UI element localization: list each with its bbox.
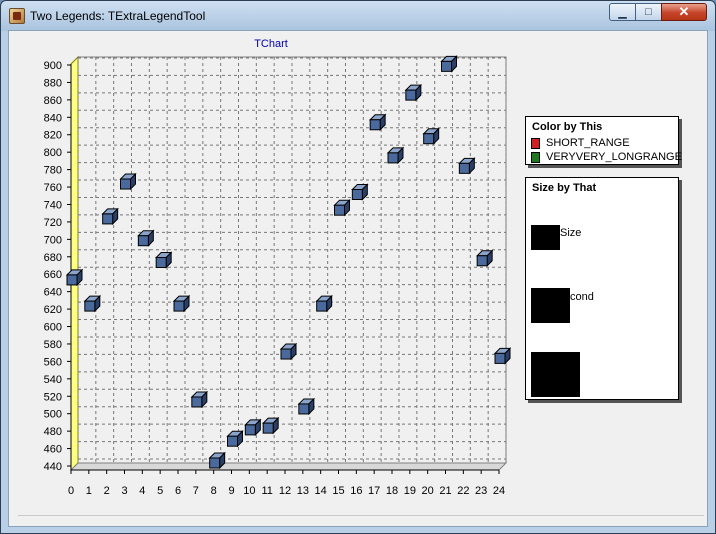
bottom-separator <box>18 515 704 516</box>
chart-x-tick-label: 9 <box>228 485 234 497</box>
chart-x-tick-label: 7 <box>193 485 199 497</box>
chart-x-tick-label: 16 <box>350 485 362 497</box>
chart-left-wall <box>70 55 79 472</box>
chart-y-tick-label: 640 <box>44 287 62 299</box>
chart-y-tick-label: 560 <box>44 356 62 368</box>
chart-title: TChart <box>254 38 288 50</box>
legend-size-title: Size by That <box>532 182 597 194</box>
chart-x-tick-label: 14 <box>315 485 327 497</box>
chart-y-tick-label: 480 <box>44 426 62 438</box>
legend-size: Size by That Size cond <box>525 177 679 400</box>
chart-x-tick-label: 8 <box>211 485 217 497</box>
chart-y-tick-label: 860 <box>44 95 62 107</box>
data-point[interactable] <box>173 300 185 312</box>
chart-y-tick-label: 900 <box>44 60 62 72</box>
chart-y-tick-label: 700 <box>44 234 62 246</box>
legend-item-short-range[interactable]: SHORT_RANGE <box>531 137 630 149</box>
chart-x-tick-label: 1 <box>86 485 92 497</box>
size-marker-small <box>531 225 560 250</box>
chart-y-tick-label: 880 <box>44 77 62 89</box>
chart-x-tick-label: 11 <box>261 485 272 497</box>
size-marker-large <box>531 352 580 397</box>
chart-y-tick-label: 800 <box>44 147 62 159</box>
data-point[interactable] <box>280 348 292 360</box>
chart-x-tick-label: 24 <box>493 485 505 497</box>
data-point[interactable] <box>458 162 470 174</box>
chart-y-tick-label: 540 <box>44 374 62 386</box>
data-point[interactable] <box>334 204 345 216</box>
chart-x-tick-label: 4 <box>139 485 145 497</box>
legend-color-title: Color by This <box>532 121 603 133</box>
chart-y-tick-label: 780 <box>44 165 62 177</box>
chart-y-tick-label: 500 <box>44 409 62 421</box>
legend-color: Color by This SHORT_RANGE VERYVERY_LONGR… <box>525 116 682 165</box>
legend-item-veryvery-longrange[interactable]: VERYVERY_LONGRANGE <box>531 151 682 163</box>
chart-x-tick-label: 22 <box>457 485 469 497</box>
chart-y-tick-label: 580 <box>44 339 62 351</box>
chart-x-tick-label: 19 <box>404 485 416 497</box>
chart-y-tick-label: 720 <box>44 217 62 229</box>
chart-plot-area: 4404604805005205405605806006206406606807… <box>44 55 512 497</box>
chart-x-tick-label: 21 <box>439 485 451 497</box>
chart-x-tick-label: 3 <box>121 485 127 497</box>
chart-x-tick-label: 6 <box>175 485 181 497</box>
data-point[interactable] <box>155 257 167 268</box>
size-marker-medium <box>531 288 570 323</box>
data-point[interactable] <box>209 457 221 469</box>
data-point[interactable] <box>66 274 78 286</box>
chart-y-tick-label: 680 <box>44 252 62 264</box>
data-point[interactable] <box>423 133 435 145</box>
chart-y-tick-label: 620 <box>44 304 62 316</box>
data-point[interactable] <box>441 60 452 72</box>
data-point[interactable] <box>316 300 328 312</box>
data-point[interactable] <box>102 213 114 225</box>
legend-size-label: Size <box>560 227 582 239</box>
data-point[interactable] <box>476 255 488 267</box>
chart-x-tick-label: 15 <box>332 485 344 497</box>
chart-x-tick-label: 18 <box>386 485 398 497</box>
chart-x-tick-label: 23 <box>475 485 487 497</box>
chart-x-tick-label: 10 <box>243 485 255 497</box>
legend-size-label: cond <box>570 291 594 303</box>
chart-y-tick-label: 820 <box>44 130 62 142</box>
legend-item-label: VERYVERY_LONGRANGE <box>546 151 682 163</box>
chart-x-tick-label: 5 <box>157 485 163 497</box>
chart-floor <box>69 462 508 471</box>
data-point[interactable] <box>84 300 96 312</box>
chart-x-tick-label: 0 <box>68 485 74 497</box>
data-point[interactable] <box>494 352 506 364</box>
data-point[interactable] <box>244 424 256 436</box>
data-point[interactable] <box>137 235 149 247</box>
legend-swatch-green <box>531 151 540 163</box>
data-point[interactable] <box>351 189 363 201</box>
data-point[interactable] <box>120 178 131 190</box>
chart-y-tick-label: 840 <box>44 112 62 124</box>
chart-y-tick-label: 520 <box>44 391 62 403</box>
chart-x-tick-label: 2 <box>104 485 110 497</box>
data-point[interactable] <box>387 152 399 164</box>
data-point[interactable] <box>369 119 381 131</box>
data-point[interactable] <box>262 422 274 434</box>
chart-y-tick-label: 660 <box>44 269 62 281</box>
chart-y-tick-label: 440 <box>44 461 62 473</box>
legend-swatch-red <box>531 137 540 149</box>
data-point[interactable] <box>298 403 310 415</box>
chart-x-tick-label: 13 <box>297 485 309 497</box>
data-point[interactable] <box>191 396 203 408</box>
chart-y-tick-label: 460 <box>44 444 62 456</box>
chart-y-tick-label: 740 <box>44 199 62 211</box>
chart-y-tick-label: 760 <box>44 182 62 194</box>
data-point[interactable] <box>405 89 417 101</box>
data-point[interactable] <box>227 435 238 447</box>
legend-item-label: SHORT_RANGE <box>546 137 630 149</box>
chart-x-tick-label: 17 <box>368 485 380 497</box>
chart-x-tick-label: 12 <box>279 485 291 497</box>
chart-y-tick-label: 600 <box>44 322 62 334</box>
chart-x-tick-label: 20 <box>422 485 434 497</box>
